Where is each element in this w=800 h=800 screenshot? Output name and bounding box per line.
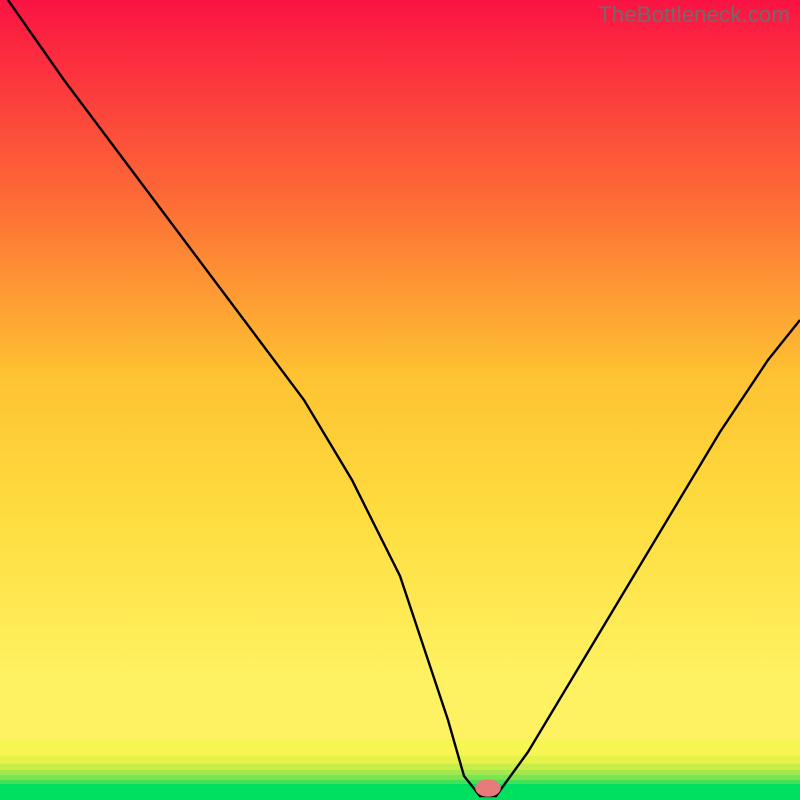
background-band [0,755,800,763]
background-band [0,770,800,775]
background-band [0,784,800,800]
background-band [0,740,800,755]
chart-canvas [0,0,800,800]
background-band [0,680,800,740]
optimal-marker [475,779,501,797]
bottleneck-chart: TheBottleneck.com [0,0,800,800]
background-band [0,763,800,769]
background-band [0,779,800,784]
background-band [0,774,800,779]
